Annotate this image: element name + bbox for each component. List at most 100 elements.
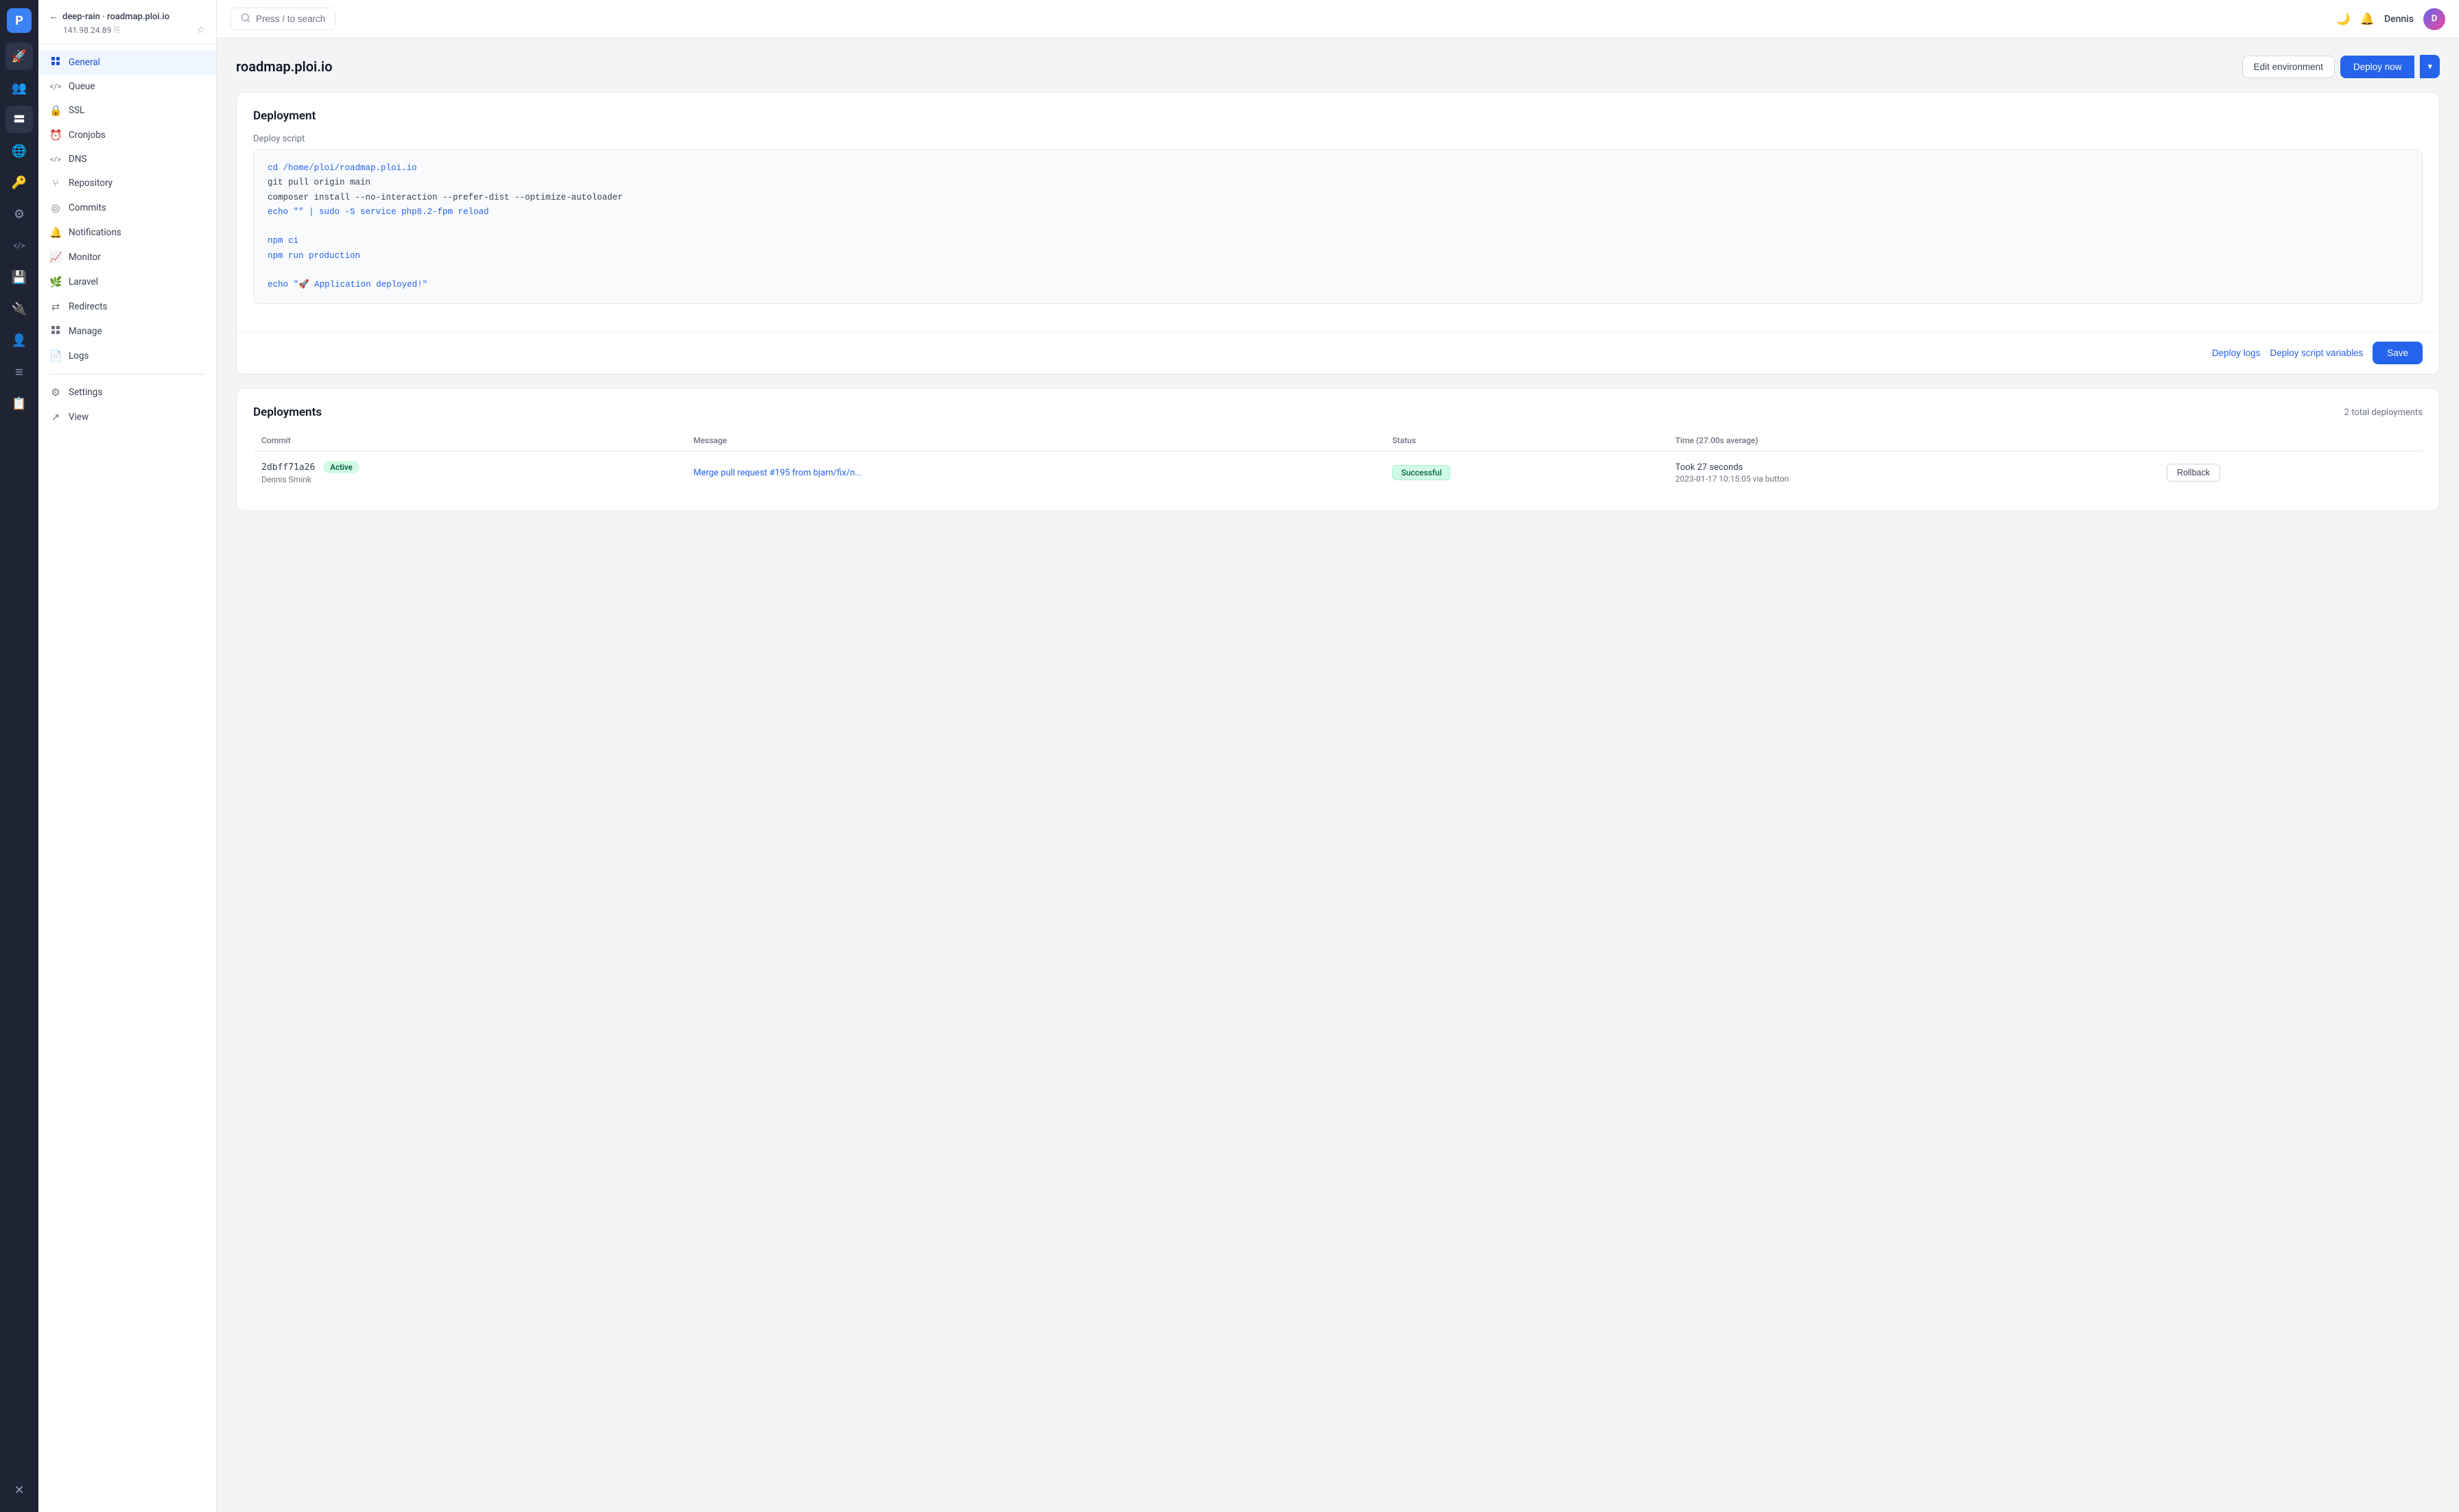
time-took: Took 27 seconds [1675,462,2150,473]
rail-user-icon[interactable]: 👤 [5,327,33,354]
rail-globe-icon[interactable]: 🌐 [5,137,33,165]
sidebar-back-link[interactable]: ← deep-rain · roadmap.ploi.io [49,11,205,22]
sidebar-site-name: deep-rain · roadmap.ploi.io [62,12,169,22]
rail-close-icon[interactable]: ✕ [5,1476,33,1504]
deploy-now-button[interactable]: Deploy now [2340,56,2415,78]
repository-icon: ⑂ [49,177,62,189]
cronjobs-label: Cronjobs [69,130,106,141]
deploy-caret-button[interactable]: ▾ [2420,55,2440,78]
sidebar-item-notifications[interactable]: 🔔 Notifications [38,220,216,245]
sidebar-nav: General </> Queue 🔒 SSL ⏰ Cronjobs </> D… [38,45,216,1512]
commit-author: Dennis Smink [261,475,677,484]
topbar-right: 🌙 🔔 Dennis D [2336,8,2445,30]
logs-icon: 📄 [49,350,62,362]
table-body: 2dbff71a26 Active Dennis Smink Merge pul… [253,451,2423,495]
page-header: roadmap.ploi.io Edit environment Deploy … [236,55,2440,78]
sidebar-ip: 141.98.24.89 [62,25,111,35]
monitor-icon: 📈 [49,251,62,263]
sidebar-item-settings[interactable]: ⚙ Settings [38,380,216,405]
commit-hash: 2dbff71a26 [261,462,315,473]
rollback-button[interactable]: Rollback [2167,464,2220,482]
message-cell: Merge pull request #195 from bjarn/fix/n… [685,451,1385,495]
sidebar-item-view[interactable]: ↗ View [38,405,216,429]
col-commit: Commit [253,430,685,451]
sidebar-item-laravel[interactable]: 🌿 Laravel [38,270,216,294]
monitor-label: Monitor [69,252,101,263]
notifications-icon: 🔔 [49,226,62,239]
rail-key-icon[interactable]: 🔑 [5,169,33,196]
time-cell: Took 27 seconds 2023-01-17 10:15:05 via … [1667,451,2158,495]
sidebar-item-dns[interactable]: </> DNS [38,147,216,171]
rail-users-icon[interactable]: 👥 [5,74,33,102]
status-badge: Successful [1392,465,1450,480]
save-button[interactable]: Save [2373,342,2423,364]
actions-cell: Rollback [2158,451,2423,495]
rail-tools-icon[interactable]: ⚙ [5,200,33,228]
content-area: roadmap.ploi.io Edit environment Deploy … [217,38,2459,1512]
col-message: Message [685,430,1385,451]
rail-note-icon[interactable]: 📋 [5,390,33,417]
sidebar-item-repository[interactable]: ⑂ Repository [38,171,216,196]
rail-plugin-icon[interactable]: 🔌 [5,295,33,322]
sidebar-item-ssl[interactable]: 🔒 SSL [38,98,216,123]
sidebar-item-logs[interactable]: 📄 Logs [38,344,216,368]
cronjobs-icon: ⏰ [49,129,62,141]
sidebar-item-cronjobs[interactable]: ⏰ Cronjobs [38,123,216,147]
sidebar-item-commits[interactable]: ◎ Commits [38,196,216,220]
general-label: General [69,57,100,68]
deployment-card-footer: Deploy logs Deploy script variables Save [237,331,2439,374]
col-status: Status [1384,430,1667,451]
ssl-label: SSL [69,105,84,116]
sidebar-item-monitor[interactable]: 📈 Monitor [38,245,216,270]
sidebar-item-queue[interactable]: </> Queue [38,75,216,98]
logo-icon[interactable]: P [7,8,32,33]
laravel-icon: 🌿 [49,276,62,288]
deployments-card: Deployments 2 total deployments Commit M… [236,388,2440,511]
deploy-logs-button[interactable]: Deploy logs [2212,348,2261,358]
username-label: Dennis [2384,14,2414,25]
copy-ip-icon[interactable]: ⎘ [114,25,120,35]
queue-icon: </> [49,82,62,91]
dns-label: DNS [69,154,87,165]
search-icon [241,13,250,25]
rail-rocket-icon[interactable]: 🚀 [5,43,33,70]
bell-icon[interactable]: 🔔 [2360,12,2375,26]
col-time: Time (27.00s average) [1667,430,2158,451]
laravel-label: Laravel [69,276,98,287]
rail-list-icon[interactable]: ≡ [5,358,33,386]
sidebar-item-general[interactable]: General [38,50,216,75]
settings-label: Settings [69,387,102,398]
view-icon: ↗ [49,411,62,423]
rail-code-icon[interactable]: </> [5,232,33,259]
deploy-script-label: Deploy script [253,134,2423,144]
avatar[interactable]: D [2423,8,2445,30]
deploy-script-vars-button[interactable]: Deploy script variables [2270,348,2363,358]
page-actions: Edit environment Deploy now ▾ [2242,55,2440,78]
sidebar-item-manage[interactable]: Manage [38,319,216,344]
manage-label: Manage [69,326,102,337]
active-badge: Active [323,461,359,473]
deployments-card-body: Deployments 2 total deployments Commit M… [237,389,2439,510]
deployment-card-body: Deployment Deploy script cd /home/ploi/r… [237,93,2439,331]
time-detail: 2023-01-17 10:15:05 via button [1675,474,2150,484]
favorite-icon[interactable]: ☆ [196,25,205,36]
search-button[interactable]: Press / to search [231,8,336,30]
redirects-label: Redirects [69,301,107,312]
table-row: 2dbff71a26 Active Dennis Smink Merge pul… [253,451,2423,495]
general-icon [49,56,62,69]
icon-rail: P 🚀 👥 🌐 🔑 ⚙ </> 💾 🔌 👤 ≡ 📋 ✕ [0,0,38,1512]
deployment-card: Deployment Deploy script cd /home/ploi/r… [236,92,2440,375]
search-label: Press / to search [256,14,325,24]
col-actions [2158,430,2423,451]
rail-storage-icon[interactable]: 💾 [5,263,33,291]
sidebar-item-redirects[interactable]: ⇄ Redirects [38,294,216,319]
rail-servers-icon[interactable] [5,106,33,133]
edit-environment-button[interactable]: Edit environment [2242,56,2335,78]
commit-message-link[interactable]: Merge pull request #195 from bjarn/fix/n… [694,468,862,478]
sidebar-header: ← deep-rain · roadmap.ploi.io 141.98.24.… [38,0,216,45]
moon-icon[interactable]: 🌙 [2336,12,2351,26]
deployments-table: Commit Message Status Time (27.00s avera… [253,430,2423,494]
status-cell: Successful [1384,451,1667,495]
code-block[interactable]: cd /home/ploi/roadmap.ploi.io git pull o… [253,150,2423,304]
redirects-icon: ⇄ [49,300,62,313]
